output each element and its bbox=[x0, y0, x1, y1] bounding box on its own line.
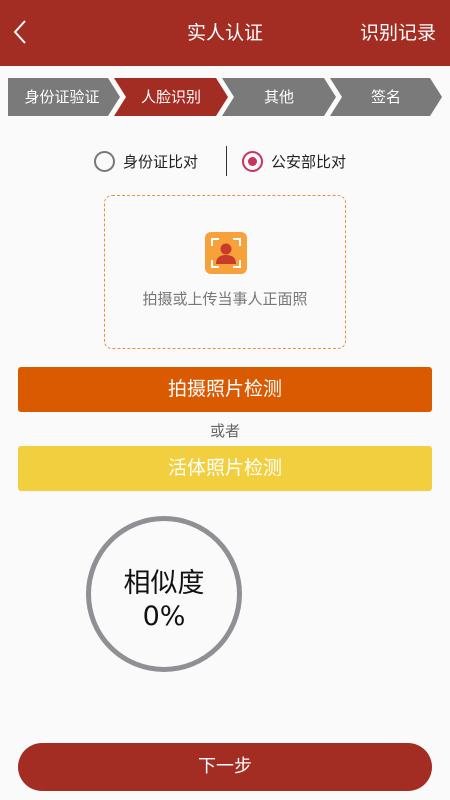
recognition-records-link[interactable]: 识别记录 bbox=[360, 0, 436, 66]
or-separator: 或者 bbox=[209, 422, 240, 440]
similarity-label: 相似度 bbox=[123, 568, 205, 599]
step-progress-bar: 身份证验证 人脸识别 其他 签名 bbox=[8, 78, 442, 116]
upload-hint: 拍摄或上传当事人正面照 bbox=[142, 290, 308, 308]
step-other[interactable]: 其他 bbox=[228, 78, 330, 116]
chevron-left-icon bbox=[13, 20, 26, 44]
similarity-value: 0% bbox=[142, 601, 186, 632]
app-header: 实人认证 识别记录 bbox=[0, 0, 450, 66]
similarity-gauge: 相似度 0% bbox=[86, 516, 242, 672]
liveness-photo-detect-button[interactable]: 活体照片检测 bbox=[18, 446, 432, 491]
step-face-recognition[interactable]: 人脸识别 bbox=[120, 78, 222, 116]
step-id-verify[interactable]: 身份证验证 bbox=[8, 78, 116, 116]
back-button[interactable] bbox=[4, 12, 36, 52]
photo-upload-area[interactable]: 拍摄或上传当事人正面照 bbox=[104, 195, 346, 349]
radio-unchecked-icon bbox=[94, 150, 115, 172]
face-scan-icon bbox=[205, 232, 247, 274]
radio-police-compare[interactable]: 公安部比对 bbox=[242, 144, 346, 178]
screen: 实人认证 识别记录 身份证验证 人脸识别 其他 签名 身份证比对 公安部比对 拍… bbox=[0, 0, 450, 800]
radio-label: 身份证比对 bbox=[123, 152, 199, 171]
radio-checked-icon bbox=[242, 150, 263, 172]
compare-mode-group: 身份证比对 公安部比对 bbox=[0, 144, 450, 178]
next-step-button[interactable]: 下一步 bbox=[18, 743, 432, 791]
radio-divider bbox=[226, 146, 227, 176]
radio-id-card-compare[interactable]: 身份证比对 bbox=[94, 144, 198, 178]
step-signature[interactable]: 签名 bbox=[336, 78, 436, 116]
radio-label: 公安部比对 bbox=[271, 152, 347, 171]
capture-photo-detect-button[interactable]: 拍摄照片检测 bbox=[18, 367, 432, 412]
